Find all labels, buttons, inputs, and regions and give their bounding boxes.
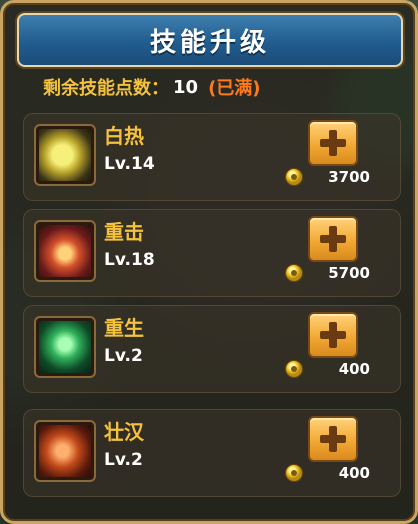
- plus-icon: [320, 322, 346, 348]
- skill-name: 重击: [104, 220, 144, 244]
- gold-coin-icon: [286, 361, 302, 377]
- skill-points-row: 剩余技能点数： 10 (已满): [43, 73, 261, 101]
- upgrade-cost: 400: [338, 464, 370, 482]
- gold-coin-icon: [286, 169, 302, 185]
- skill-card: 重击 Lv.18 5700: [23, 209, 401, 297]
- skill-name: 白热: [104, 124, 144, 148]
- skill-level: Lv.14: [104, 154, 155, 174]
- upgrade-cost: 3700: [328, 168, 370, 186]
- panel-title: 技能升级: [149, 27, 270, 58]
- skill-level: Lv.18: [104, 250, 155, 270]
- skill-upgrade-panel: 技能升级 剩余技能点数： 10 (已满) 白热 Lv.14 3700 重击 Lv…: [0, 0, 418, 524]
- plus-icon: [320, 226, 346, 252]
- skill-name: 壮汉: [104, 420, 144, 444]
- skill-points-label: 剩余技能点数：: [43, 78, 169, 99]
- upgrade-cost: 400: [338, 360, 370, 378]
- heavy-strike-skill-icon: [34, 220, 96, 282]
- upgrade-skill-button[interactable]: [308, 416, 358, 462]
- plus-icon: [320, 426, 346, 452]
- skill-level: Lv.2: [104, 450, 143, 470]
- panel-title-bar: 技能升级: [17, 13, 403, 67]
- skill-level: Lv.2: [104, 346, 143, 366]
- upgrade-skill-button[interactable]: [308, 312, 358, 358]
- rebirth-skill-icon: [34, 316, 96, 378]
- skill-name: 重生: [104, 316, 144, 340]
- skill-points-value: 10: [173, 76, 199, 98]
- lightning-skill-icon: [34, 124, 96, 186]
- upgrade-skill-button[interactable]: [308, 216, 358, 262]
- skill-points-status: (已满): [208, 78, 261, 99]
- skill-card: 重生 Lv.2 400: [23, 305, 401, 393]
- skill-card: 壮汉 Lv.2 400: [23, 409, 401, 497]
- upgrade-skill-button[interactable]: [308, 120, 358, 166]
- skill-card: 白热 Lv.14 3700: [23, 113, 401, 201]
- gold-coin-icon: [286, 465, 302, 481]
- strongman-skill-icon: [34, 420, 96, 482]
- plus-icon: [320, 130, 346, 156]
- upgrade-cost: 5700: [328, 264, 370, 282]
- gold-coin-icon: [286, 265, 302, 281]
